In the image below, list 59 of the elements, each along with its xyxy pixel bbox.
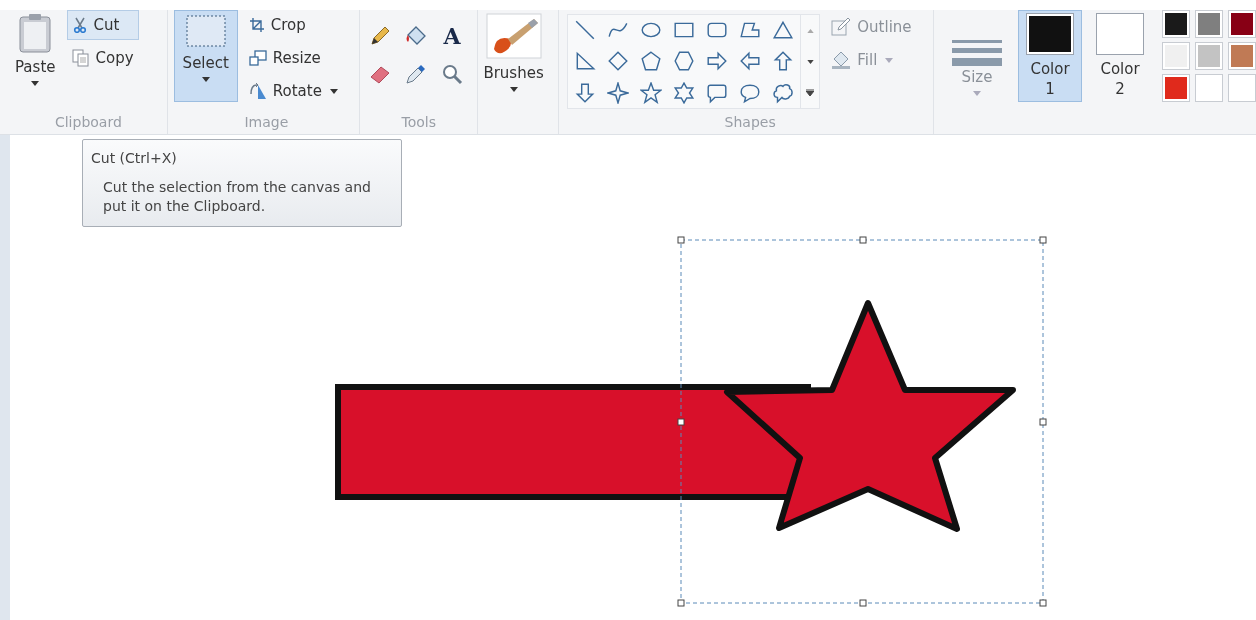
palette-swatch[interactable]: [1228, 10, 1256, 38]
scroll-down-icon[interactable]: [806, 59, 814, 64]
caret-icon: [885, 57, 894, 63]
five-point-star-icon[interactable]: [640, 81, 663, 104]
cloud-callout-icon[interactable]: [772, 81, 795, 104]
selection-box[interactable]: [677, 236, 1047, 607]
line-width-icon: [950, 37, 1004, 67]
caret-icon: [31, 81, 40, 86]
down-arrow-icon[interactable]: [574, 81, 597, 104]
select-button[interactable]: Select: [173, 10, 238, 102]
cut-button[interactable]: Cut: [66, 10, 139, 40]
copy-button[interactable]: Copy: [66, 43, 139, 73]
line-icon[interactable]: [574, 19, 597, 41]
expand-icon[interactable]: [806, 89, 815, 96]
rotate-icon: [248, 82, 267, 100]
text-tool[interactable]: A: [440, 24, 465, 48]
color-button[interactable]: Color 1: [1018, 10, 1082, 102]
caret-icon: [201, 77, 210, 82]
palette-swatch[interactable]: [1162, 42, 1190, 70]
four-point-star-icon[interactable]: [607, 81, 630, 104]
palette-swatch[interactable]: [1162, 74, 1190, 102]
paste-button[interactable]: Paste: [10, 10, 61, 102]
magnifier-icon[interactable]: [440, 62, 465, 86]
paint-bucket-icon: [831, 50, 852, 70]
caret-icon: [973, 91, 981, 96]
scissors-icon: [71, 17, 88, 33]
palette-swatch[interactable]: [1195, 42, 1223, 70]
crop-icon: [248, 17, 265, 33]
copy-icon: [71, 49, 90, 67]
color-button[interactable]: Color 2: [1088, 10, 1152, 102]
right-arrow-icon[interactable]: [706, 50, 729, 73]
caret-icon: [509, 87, 518, 92]
palette-swatch[interactable]: [1228, 74, 1256, 102]
palette-swatch[interactable]: [1228, 42, 1256, 70]
group-label: Shapes: [723, 113, 777, 132]
crop-button[interactable]: Crop: [243, 10, 343, 40]
resize-button[interactable]: Resize: [243, 43, 343, 73]
diamond-icon[interactable]: [607, 50, 630, 73]
pencil-icon: [831, 17, 852, 37]
tooltip-text: Cut the selection from the canvas and put it on the Clipboard.: [102, 178, 372, 216]
palette-swatch[interactable]: [1195, 10, 1223, 38]
resize-icon: [248, 50, 267, 66]
up-arrow-icon[interactable]: [772, 50, 795, 73]
six-point-star-icon[interactable]: [673, 81, 696, 104]
clipboard-icon: [18, 13, 53, 53]
group-label: Image: [243, 113, 290, 132]
group-label: Clipboard: [53, 113, 123, 132]
rotate-button[interactable]: Rotate: [243, 76, 343, 106]
left-arrow-icon[interactable]: [739, 50, 762, 73]
group-label: Tools: [400, 113, 437, 132]
palette-swatch[interactable]: [1195, 74, 1223, 102]
palette-swatch[interactable]: [1162, 10, 1190, 38]
brushes-button[interactable]: Brushes: [478, 10, 549, 102]
brush-icon: [483, 13, 544, 59]
selection-icon: [183, 13, 228, 49]
tooltip-title: Cut (Ctrl+X): [91, 150, 178, 166]
pentagon-icon[interactable]: [640, 50, 663, 73]
hexagon-icon[interactable]: [673, 50, 696, 73]
triangle-icon[interactable]: [772, 19, 795, 41]
